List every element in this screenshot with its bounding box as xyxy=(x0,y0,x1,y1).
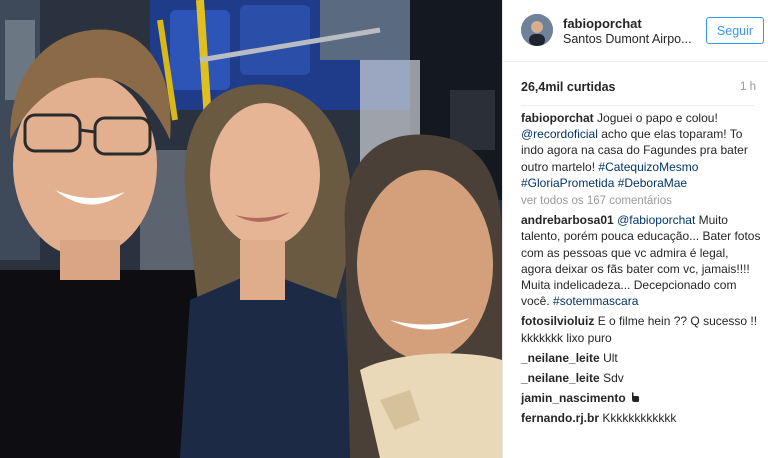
caption: fabioporchat Joguei o papo e colou! @rec… xyxy=(521,110,761,191)
comment: andrebarbosa01 @fabioporchat Muito talen… xyxy=(521,212,761,309)
comment: _neilane_leite Ult xyxy=(521,350,761,366)
post-sidebar: fabioporchat Santos Dumont Airpo... Segu… xyxy=(502,0,768,458)
pointing-hand-icon xyxy=(632,392,640,403)
likes-count[interactable]: 26,4mil curtidas xyxy=(521,80,616,94)
avatar[interactable] xyxy=(521,14,553,46)
divider xyxy=(521,105,755,106)
comment: jamin_nascimento xyxy=(521,390,761,406)
caption-username[interactable]: fabioporchat xyxy=(521,111,594,125)
post-header: fabioporchat Santos Dumont Airpo... Segu… xyxy=(503,0,768,62)
comment-username[interactable]: _neilane_leite xyxy=(521,371,600,385)
comment: fernando.rj.br Kkkkkkkkkkkk xyxy=(521,410,761,426)
hashtag-link[interactable]: #CatequizoMesmo xyxy=(598,160,698,174)
caption-mention[interactable]: @recordoficial xyxy=(521,127,598,141)
comment-text: Ult xyxy=(603,350,618,365)
comments-list: fabioporchat Joguei o papo e colou! @rec… xyxy=(521,110,761,427)
comment-username[interactable]: jamin_nascimento xyxy=(521,391,626,405)
hashtag-link[interactable]: #sotemmascara xyxy=(553,294,638,308)
comment-username[interactable]: fotosilvioluiz xyxy=(521,314,594,328)
view-all-comments[interactable]: ver todos os 167 comentários xyxy=(521,193,761,209)
post-photo[interactable] xyxy=(0,0,502,458)
comment-username[interactable]: andrebarbosa01 xyxy=(521,213,614,227)
comment-username[interactable]: fernando.rj.br xyxy=(521,411,599,425)
location-link[interactable]: Santos Dumont Airpo... xyxy=(563,32,692,46)
hashtag-link[interactable]: #GloriaPrometida xyxy=(521,176,614,190)
hashtag-link[interactable]: #DeboraMae xyxy=(618,176,687,190)
comment-text: Kkkkkkkkkkkk xyxy=(602,411,677,426)
follow-button[interactable]: Seguir xyxy=(706,17,764,44)
username-link[interactable]: fabioporchat xyxy=(563,16,642,31)
comment-text: Sdv xyxy=(603,371,624,386)
instagram-post: fabioporchat Santos Dumont Airpo... Segu… xyxy=(0,0,768,458)
comment-mention[interactable]: @fabioporchat xyxy=(617,213,695,227)
comment: fotosilvioluiz E o filme hein ?? Q suces… xyxy=(521,313,761,345)
caption-text: Joguei o papo e colou! xyxy=(597,111,718,125)
post-time[interactable]: 1 h xyxy=(740,81,756,93)
comment-username[interactable]: _neilane_leite xyxy=(521,351,600,365)
selfie-image xyxy=(0,0,502,458)
comment: _neilane_leite Sdv xyxy=(521,370,761,386)
